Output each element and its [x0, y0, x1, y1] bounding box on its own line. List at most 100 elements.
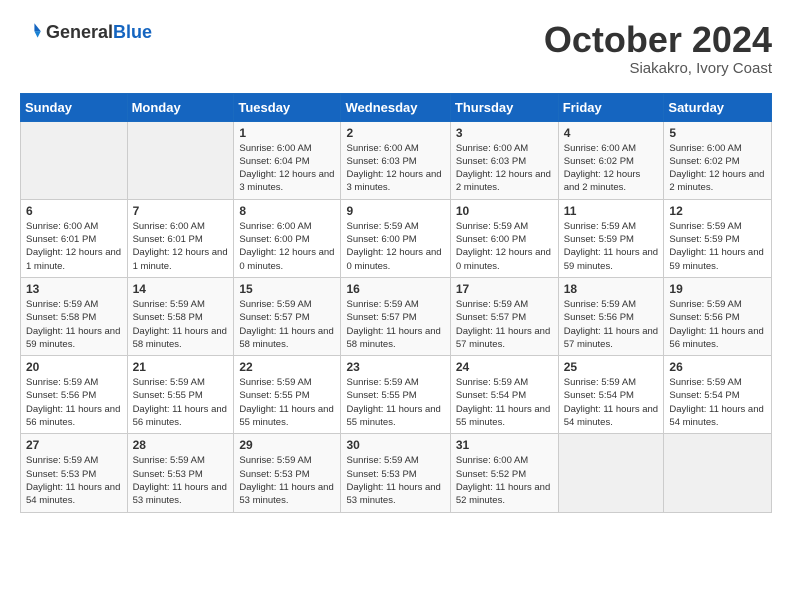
- day-number: 30: [346, 438, 444, 452]
- calendar-cell: 28 Sunrise: 5:59 AM Sunset: 5:53 PM Dayli…: [127, 434, 234, 512]
- cell-sun-info: Sunrise: 5:59 AM Sunset: 5:55 PM Dayligh…: [239, 376, 335, 429]
- day-number: 14: [133, 282, 229, 296]
- cell-sun-info: Sunrise: 5:59 AM Sunset: 6:00 PM Dayligh…: [456, 220, 553, 273]
- calendar-week-row: 20Sunrise: 5:59 AM Sunset: 5:56 PM Dayli…: [21, 356, 772, 434]
- cell-sun-info: Sunrise: 5:59 AM Sunset: 5:55 PM Dayligh…: [133, 376, 229, 429]
- cell-sun-info: Sunrise: 5:59 AM Sunset: 5:53 PM Dayligh…: [133, 454, 229, 507]
- day-number: 18: [564, 282, 659, 296]
- calendar-cell: 24 Sunrise: 5:59 AM Sunset: 5:54 PM Dayli…: [450, 356, 558, 434]
- day-number: 27: [26, 438, 122, 452]
- cell-sun-info: Sunrise: 6:00 AM Sunset: 6:02 PM Dayligh…: [669, 142, 766, 195]
- cell-sun-info: Sunrise: 5:59 AM Sunset: 5:53 PM Dayligh…: [239, 454, 335, 507]
- cell-sun-info: Sunrise: 6:00 AM Sunset: 5:52 PM Dayligh…: [456, 454, 553, 507]
- calendar-cell: 17 Sunrise: 5:59 AM Sunset: 5:57 PM Dayli…: [450, 277, 558, 355]
- cell-sun-info: Sunrise: 5:59 AM Sunset: 5:55 PM Dayligh…: [346, 376, 444, 429]
- calendar-cell: 26 Sunrise: 5:59 AM Sunset: 5:54 PM Dayli…: [664, 356, 772, 434]
- day-number: 10: [456, 204, 553, 218]
- calendar-cell: 25 Sunrise: 5:59 AM Sunset: 5:54 PM Dayli…: [558, 356, 664, 434]
- calendar-cell: 16 Sunrise: 5:59 AM Sunset: 5:57 PM Dayli…: [341, 277, 450, 355]
- calendar-cell: 29 Sunrise: 5:59 AM Sunset: 5:53 PM Dayli…: [234, 434, 341, 512]
- calendar-cell: 23Sunrise: 5:59 AM Sunset: 5:55 PM Dayli…: [341, 356, 450, 434]
- day-number: 8: [239, 204, 335, 218]
- day-of-week-header: Thursday: [450, 93, 558, 121]
- day-number: 7: [133, 204, 229, 218]
- cell-sun-info: Sunrise: 5:59 AM Sunset: 5:54 PM Dayligh…: [456, 376, 553, 429]
- day-number: 25: [564, 360, 659, 374]
- day-of-week-header: Sunday: [21, 93, 128, 121]
- day-number: 3: [456, 126, 553, 140]
- cell-sun-info: Sunrise: 5:59 AM Sunset: 5:54 PM Dayligh…: [564, 376, 659, 429]
- calendar-cell: 27 Sunrise: 5:59 AM Sunset: 5:53 PM Dayli…: [21, 434, 128, 512]
- day-number: 31: [456, 438, 553, 452]
- cell-sun-info: Sunrise: 5:59 AM Sunset: 5:59 PM Dayligh…: [669, 220, 766, 273]
- cell-sun-info: Sunrise: 6:00 AM Sunset: 6:01 PM Dayligh…: [26, 220, 122, 273]
- cell-sun-info: Sunrise: 5:59 AM Sunset: 5:57 PM Dayligh…: [239, 298, 335, 351]
- logo-general-text: General: [46, 22, 113, 42]
- calendar-week-row: 13 Sunrise: 5:59 AM Sunset: 5:58 PM Dayli…: [21, 277, 772, 355]
- calendar-cell: 10 Sunrise: 5:59 AM Sunset: 6:00 PM Dayli…: [450, 199, 558, 277]
- day-number: 2: [346, 126, 444, 140]
- day-number: 11: [564, 204, 659, 218]
- location-subtitle: Siakakro, Ivory Coast: [544, 60, 772, 77]
- logo-blue-text: Blue: [113, 22, 152, 42]
- day-number: 6: [26, 204, 122, 218]
- day-of-week-header: Monday: [127, 93, 234, 121]
- calendar-cell: [558, 434, 664, 512]
- calendar-week-row: 27 Sunrise: 5:59 AM Sunset: 5:53 PM Dayli…: [21, 434, 772, 512]
- calendar-cell: 3 Sunrise: 6:00 AM Sunset: 6:03 PM Daylig…: [450, 121, 558, 199]
- calendar-cell: 11 Sunrise: 5:59 AM Sunset: 5:59 PM Dayli…: [558, 199, 664, 277]
- day-of-week-header: Saturday: [664, 93, 772, 121]
- calendar-week-row: 6 Sunrise: 6:00 AM Sunset: 6:01 PM Daylig…: [21, 199, 772, 277]
- calendar-cell: 8 Sunrise: 6:00 AM Sunset: 6:00 PM Daylig…: [234, 199, 341, 277]
- day-number: 17: [456, 282, 553, 296]
- calendar-cell: 15Sunrise: 5:59 AM Sunset: 5:57 PM Dayli…: [234, 277, 341, 355]
- day-number: 16: [346, 282, 444, 296]
- calendar-cell: 19Sunrise: 5:59 AM Sunset: 5:56 PM Dayli…: [664, 277, 772, 355]
- cell-sun-info: Sunrise: 5:59 AM Sunset: 5:58 PM Dayligh…: [133, 298, 229, 351]
- day-number: 21: [133, 360, 229, 374]
- cell-sun-info: Sunrise: 6:00 AM Sunset: 6:01 PM Dayligh…: [133, 220, 229, 273]
- cell-sun-info: Sunrise: 6:00 AM Sunset: 6:00 PM Dayligh…: [239, 220, 335, 273]
- calendar-cell: 22Sunrise: 5:59 AM Sunset: 5:55 PM Dayli…: [234, 356, 341, 434]
- cell-sun-info: Sunrise: 6:00 AM Sunset: 6:04 PM Dayligh…: [239, 142, 335, 195]
- cell-sun-info: Sunrise: 5:59 AM Sunset: 5:58 PM Dayligh…: [26, 298, 122, 351]
- day-number: 5: [669, 126, 766, 140]
- day-number: 28: [133, 438, 229, 452]
- day-number: 26: [669, 360, 766, 374]
- cell-sun-info: Sunrise: 5:59 AM Sunset: 5:53 PM Dayligh…: [26, 454, 122, 507]
- calendar-cell: [127, 121, 234, 199]
- day-number: 29: [239, 438, 335, 452]
- calendar-cell: 31 Sunrise: 6:00 AM Sunset: 5:52 PM Dayli…: [450, 434, 558, 512]
- cell-sun-info: Sunrise: 5:59 AM Sunset: 5:59 PM Dayligh…: [564, 220, 659, 273]
- calendar-cell: 2 Sunrise: 6:00 AM Sunset: 6:03 PM Daylig…: [341, 121, 450, 199]
- day-number: 13: [26, 282, 122, 296]
- day-number: 24: [456, 360, 553, 374]
- calendar-cell: 18 Sunrise: 5:59 AM Sunset: 5:56 PM Dayli…: [558, 277, 664, 355]
- calendar-cell: 12 Sunrise: 5:59 AM Sunset: 5:59 PM Dayli…: [664, 199, 772, 277]
- cell-sun-info: Sunrise: 6:00 AM Sunset: 6:03 PM Dayligh…: [456, 142, 553, 195]
- cell-sun-info: Sunrise: 5:59 AM Sunset: 5:56 PM Dayligh…: [564, 298, 659, 351]
- cell-sun-info: Sunrise: 5:59 AM Sunset: 5:57 PM Dayligh…: [456, 298, 553, 351]
- day-number: 1: [239, 126, 335, 140]
- cell-sun-info: Sunrise: 5:59 AM Sunset: 5:53 PM Dayligh…: [346, 454, 444, 507]
- calendar-table: SundayMondayTuesdayWednesdayThursdayFrid…: [20, 93, 772, 513]
- day-number: 12: [669, 204, 766, 218]
- calendar-cell: 30 Sunrise: 5:59 AM Sunset: 5:53 PM Dayli…: [341, 434, 450, 512]
- logo-icon: [20, 20, 44, 44]
- month-year-title: October 2024: [544, 20, 772, 60]
- day-of-week-header: Tuesday: [234, 93, 341, 121]
- calendar-header-row: SundayMondayTuesdayWednesdayThursdayFrid…: [21, 93, 772, 121]
- day-number: 4: [564, 126, 659, 140]
- cell-sun-info: Sunrise: 6:00 AM Sunset: 6:03 PM Dayligh…: [346, 142, 444, 195]
- calendar-cell: [664, 434, 772, 512]
- calendar-cell: 21 Sunrise: 5:59 AM Sunset: 5:55 PM Dayli…: [127, 356, 234, 434]
- calendar-week-row: 1 Sunrise: 6:00 AM Sunset: 6:04 PM Daylig…: [21, 121, 772, 199]
- cell-sun-info: Sunrise: 5:59 AM Sunset: 5:54 PM Dayligh…: [669, 376, 766, 429]
- cell-sun-info: Sunrise: 5:59 AM Sunset: 6:00 PM Dayligh…: [346, 220, 444, 273]
- header: GeneralBlue October 2024 Siakakro, Ivory…: [20, 20, 772, 77]
- logo: GeneralBlue: [20, 20, 152, 44]
- day-number: 19: [669, 282, 766, 296]
- calendar-cell: 20Sunrise: 5:59 AM Sunset: 5:56 PM Dayli…: [21, 356, 128, 434]
- cell-sun-info: Sunrise: 5:59 AM Sunset: 5:57 PM Dayligh…: [346, 298, 444, 351]
- day-of-week-header: Wednesday: [341, 93, 450, 121]
